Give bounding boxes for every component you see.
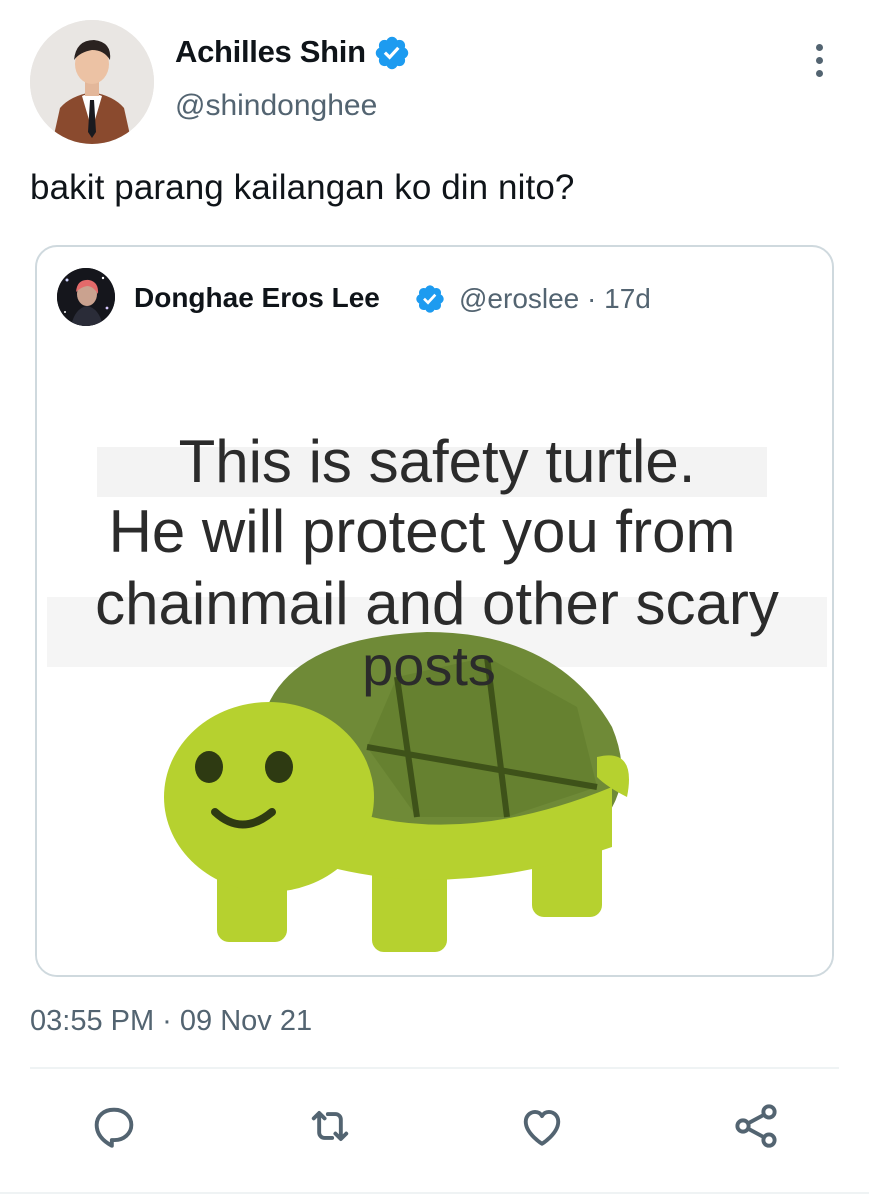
like-icon[interactable] xyxy=(516,1100,568,1152)
quoted-tweet-card[interactable]: Donghae Eros Lee @eroslee · 17d This is … xyxy=(35,245,834,977)
image-text-line-1: This is safety turtle. xyxy=(179,428,696,495)
reply-icon[interactable] xyxy=(88,1100,140,1152)
author-handle[interactable]: @shindonghee xyxy=(175,89,377,123)
tweet-timestamp[interactable]: 03:55 PM · 09 Nov 21 xyxy=(30,1005,312,1038)
image-text-line-3: chainmail and other scary xyxy=(95,570,779,637)
tweet-text: bakit parang kailangan ko din nito? xyxy=(30,168,575,207)
more-options-icon[interactable] xyxy=(800,38,838,82)
author-display-name[interactable]: Achilles Shin xyxy=(175,34,366,70)
share-icon[interactable] xyxy=(730,1100,782,1152)
bottom-divider xyxy=(0,1192,869,1194)
divider xyxy=(30,1067,839,1069)
tweet-actions-bar xyxy=(0,1100,869,1160)
verified-badge-icon xyxy=(375,36,409,70)
safety-turtle-image[interactable]: This is safety turtle. He will protect y… xyxy=(37,347,832,977)
retweet-icon[interactable] xyxy=(304,1100,356,1152)
author-avatar[interactable] xyxy=(30,20,154,144)
quoted-verified-badge-icon xyxy=(416,285,444,313)
quoted-author-avatar[interactable] xyxy=(57,268,115,326)
image-text-line-2: He will protect you from xyxy=(109,498,736,565)
image-text-line-4: posts xyxy=(362,634,496,697)
quoted-author-display-name[interactable]: Donghae Eros Lee xyxy=(134,282,380,314)
tweet: Achilles Shin @shindonghee bakit parang … xyxy=(0,0,869,1200)
quoted-handle-and-age: @eroslee · 17d xyxy=(459,283,651,314)
